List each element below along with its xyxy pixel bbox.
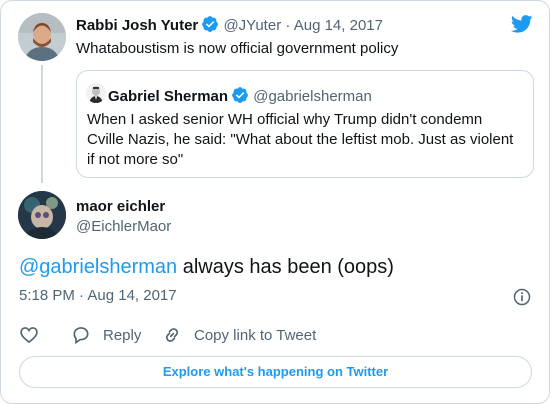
reply-icon xyxy=(73,327,89,345)
author-handle[interactable]: @EichlerMaor xyxy=(76,218,171,235)
tweet-text: @gabrielsherman always has been (oops) xyxy=(19,256,394,279)
like-button[interactable] xyxy=(19,325,51,345)
quoted-tweet[interactable]: Gabriel Sherman @gabrielsherman When I a… xyxy=(76,70,534,178)
avatar[interactable] xyxy=(18,191,66,239)
dot-separator: · xyxy=(285,17,291,34)
copy-link-button[interactable]: Copy link to Tweet xyxy=(162,325,316,345)
reply-button[interactable]: Reply xyxy=(71,325,141,345)
person-photo xyxy=(18,191,66,239)
thread-connector-line xyxy=(41,65,43,183)
author-name[interactable]: maor eichler xyxy=(76,198,165,215)
quoted-author-name: Gabriel Sherman xyxy=(108,88,229,105)
verified-badge-icon xyxy=(232,87,248,103)
explore-button[interactable]: Explore what's happening on Twitter xyxy=(19,356,532,388)
tweet-date[interactable]: Aug 14, 2017 xyxy=(294,17,383,34)
link-icon xyxy=(165,328,179,342)
author-handle[interactable]: @JYuter xyxy=(223,17,281,34)
avatar[interactable] xyxy=(18,13,66,61)
author-name[interactable]: Rabbi Josh Yuter xyxy=(76,17,198,34)
tweet-timestamp[interactable]: 5:18 PM · Aug 14, 2017 xyxy=(19,287,177,304)
heart-icon xyxy=(20,327,38,344)
quoted-author-handle: @gabrielsherman xyxy=(253,88,372,105)
twitter-bird-icon[interactable] xyxy=(511,15,533,33)
info-icon[interactable] xyxy=(512,287,532,307)
reply-label: Reply xyxy=(103,326,142,344)
tweet-body: always has been (oops) xyxy=(177,256,394,278)
parent-tweet-text: Whataboustism is now official government… xyxy=(76,40,399,57)
verified-badge-icon xyxy=(202,16,219,32)
copy-link-label: Copy link to Tweet xyxy=(194,326,317,344)
tweet-embed-card: Rabbi Josh Yuter @JYuter · Aug 14, 2017 … xyxy=(0,0,550,404)
quoted-tweet-text: When I asked senior WH official why Trum… xyxy=(87,111,514,168)
person-photo xyxy=(18,13,66,61)
parent-tweet-header: Rabbi Josh Yuter @JYuter · Aug 14, 2017 xyxy=(76,15,383,34)
mention-link[interactable]: @gabrielsherman xyxy=(19,256,177,278)
person-photo xyxy=(86,83,106,103)
quoted-tweet-header: Gabriel Sherman @gabrielsherman xyxy=(108,86,372,105)
avatar xyxy=(86,83,106,103)
